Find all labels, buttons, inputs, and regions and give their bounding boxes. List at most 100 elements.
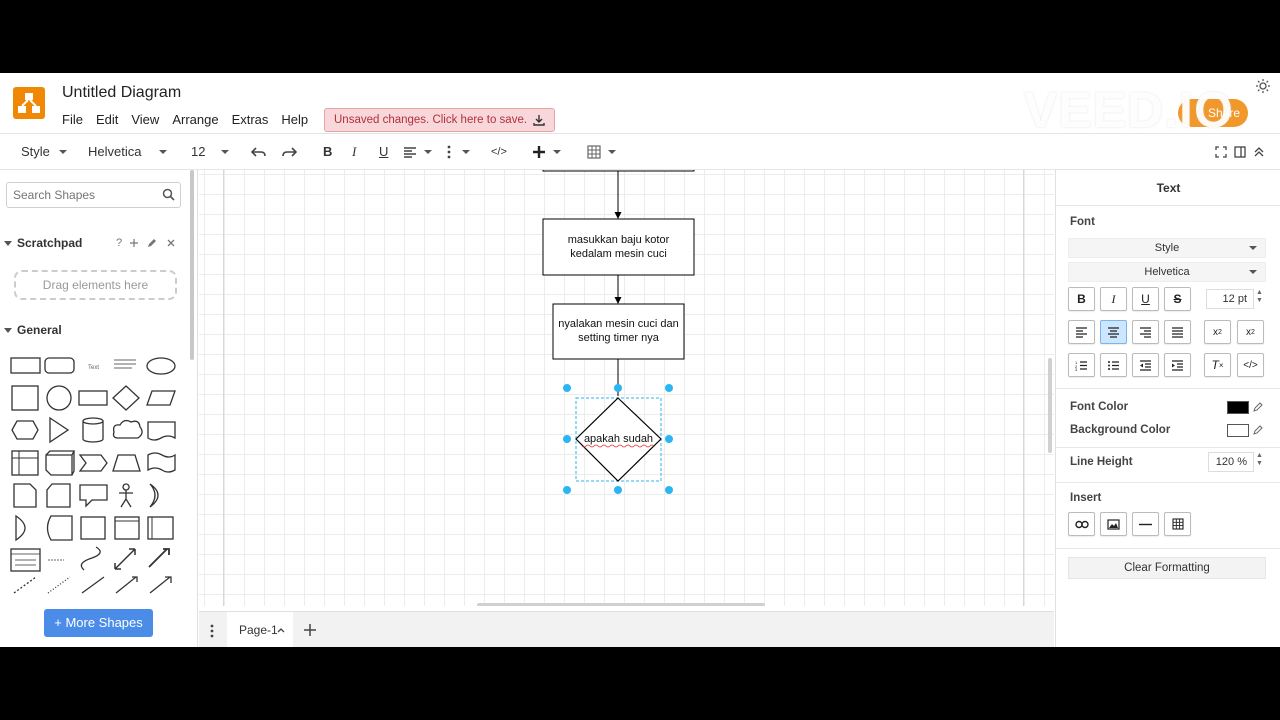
style-select[interactable]: Style [1068, 238, 1266, 258]
shape-card[interactable] [46, 483, 71, 508]
shape-diamond[interactable] [112, 385, 140, 411]
unsaved-changes-banner[interactable]: Unsaved changes. Click here to save. [324, 108, 556, 132]
scratchpad-add-icon[interactable] [129, 238, 139, 248]
shape-curve[interactable] [80, 546, 101, 571]
numbered-list-button[interactable]: 123 [1068, 353, 1095, 377]
scratchpad-header[interactable]: Scratchpad [4, 236, 82, 250]
insert-link-button[interactable] [1068, 512, 1095, 536]
format-panel-toggle[interactable] [1234, 134, 1246, 170]
shape-arrow[interactable] [148, 548, 170, 568]
strikethrough-toggle[interactable]: S [1164, 287, 1191, 311]
shape-document[interactable] [147, 421, 176, 441]
shape-cloud[interactable] [112, 419, 143, 439]
align-left-button[interactable] [1068, 320, 1095, 344]
add-page-icon[interactable] [303, 623, 317, 637]
shape-hexagon[interactable] [11, 420, 39, 440]
redo-button[interactable] [281, 134, 297, 170]
shape-circle[interactable] [46, 385, 72, 411]
scratchpad-help-icon[interactable]: ? [116, 237, 122, 249]
canvas-horizontal-scrollbar[interactable] [477, 603, 765, 606]
font-size-spinner[interactable]: ▲ ▼ [1256, 289, 1264, 305]
font-size-input[interactable]: 12 pt [1206, 289, 1254, 309]
shape-dotted-line[interactable] [47, 576, 71, 594]
outdent-button[interactable] [1132, 353, 1159, 377]
align-center-button[interactable] [1100, 320, 1127, 344]
shape-cylinder[interactable] [82, 417, 104, 443]
shape-process-bars[interactable] [114, 516, 140, 540]
shape-rounded-rectangle[interactable] [44, 357, 75, 374]
shape-triangle[interactable] [49, 416, 70, 444]
eyedropper-icon[interactable] [1253, 401, 1263, 412]
line-height-input[interactable]: 120 % [1208, 452, 1254, 472]
menu-help[interactable]: Help [281, 112, 308, 127]
shape-actor[interactable] [119, 483, 133, 508]
table-dropdown[interactable] [587, 134, 616, 170]
more-format-dropdown[interactable] [446, 134, 470, 170]
html-button[interactable]: </> [491, 134, 507, 170]
general-shapes-header[interactable]: General [4, 323, 62, 337]
close-icon[interactable] [166, 238, 176, 248]
shape-step[interactable] [78, 454, 108, 472]
justify-button[interactable] [1164, 320, 1191, 344]
line-height-spinner[interactable]: ▲ ▼ [1256, 452, 1264, 468]
canvas-vertical-scrollbar[interactable] [1048, 358, 1052, 453]
pencil-icon[interactable] [147, 238, 157, 248]
pages-menu-icon[interactable] [209, 624, 215, 638]
shape-bidirectional-arrow[interactable] [114, 548, 136, 570]
shape-cube[interactable] [45, 450, 76, 476]
scratchpad-drop-zone[interactable]: Drag elements here [14, 270, 177, 300]
indent-button[interactable] [1164, 353, 1191, 377]
more-shapes-button[interactable]: + More Shapes [44, 609, 153, 637]
shape-parallelogram[interactable] [146, 390, 176, 406]
process-node-partial[interactable] [542, 170, 695, 172]
menu-file[interactable]: File [62, 112, 83, 127]
menu-view[interactable]: View [131, 112, 159, 127]
underline-button[interactable]: U [379, 134, 388, 170]
shape-callout[interactable] [79, 484, 108, 508]
italic-toggle[interactable]: I [1100, 287, 1127, 311]
diagram-canvas[interactable]: masukkan baju kotor kedalam mesin cuci n… [199, 170, 1054, 606]
undo-button[interactable] [251, 134, 267, 170]
chevron-up-icon[interactable] [277, 627, 285, 633]
background-color-swatch[interactable] [1227, 424, 1249, 437]
insert-image-button[interactable] [1100, 512, 1127, 536]
bold-button[interactable]: B [323, 134, 332, 170]
style-dropdown[interactable]: Style [21, 134, 67, 170]
italic-button[interactable]: I [352, 134, 356, 170]
align-right-button[interactable] [1132, 320, 1159, 344]
shape-connector[interactable] [149, 576, 172, 594]
shape-and[interactable] [15, 514, 26, 542]
shape-data-storage[interactable] [46, 515, 73, 541]
shape-internal-storage[interactable] [11, 450, 39, 476]
shape-note[interactable] [13, 483, 37, 508]
superscript-button[interactable]: x2 [1237, 320, 1264, 344]
sun-icon[interactable] [1255, 78, 1271, 94]
font-color-swatch[interactable] [1227, 401, 1249, 414]
shape-rectangle[interactable] [10, 357, 41, 374]
shape-frame[interactable] [80, 516, 106, 540]
clear-formatting-button[interactable]: Clear Formatting [1068, 557, 1266, 579]
insert-table-button[interactable] [1164, 512, 1191, 536]
shape-text[interactable]: Text [88, 365, 99, 371]
document-title[interactable]: Untitled Diagram [62, 84, 181, 102]
eyedropper-icon[interactable] [1253, 424, 1263, 435]
shape-line[interactable] [81, 576, 105, 594]
shape-dashed-line[interactable] [13, 576, 37, 594]
sidebar-scrollbar[interactable] [190, 170, 194, 360]
shape-square[interactable] [11, 385, 39, 411]
shape-textbox[interactable] [114, 359, 136, 369]
search-icon[interactable] [162, 188, 175, 201]
insert-dropdown[interactable] [532, 134, 561, 170]
menu-extras[interactable]: Extras [232, 112, 269, 127]
shape-trapezoid[interactable] [112, 454, 141, 472]
shape-ellipse[interactable] [146, 357, 176, 375]
html-edit-button[interactable]: </> [1237, 353, 1264, 377]
underline-toggle[interactable]: U [1132, 287, 1159, 311]
fullscreen-button[interactable] [1215, 134, 1227, 170]
font-dropdown[interactable]: Helvetica [88, 134, 168, 170]
decision-node-text[interactable]: apakah sudah [576, 432, 661, 446]
menu-arrange[interactable]: Arrange [172, 112, 218, 127]
shape-or[interactable] [149, 483, 159, 508]
search-shapes-input[interactable] [6, 182, 181, 208]
bullet-list-button[interactable] [1100, 353, 1127, 377]
